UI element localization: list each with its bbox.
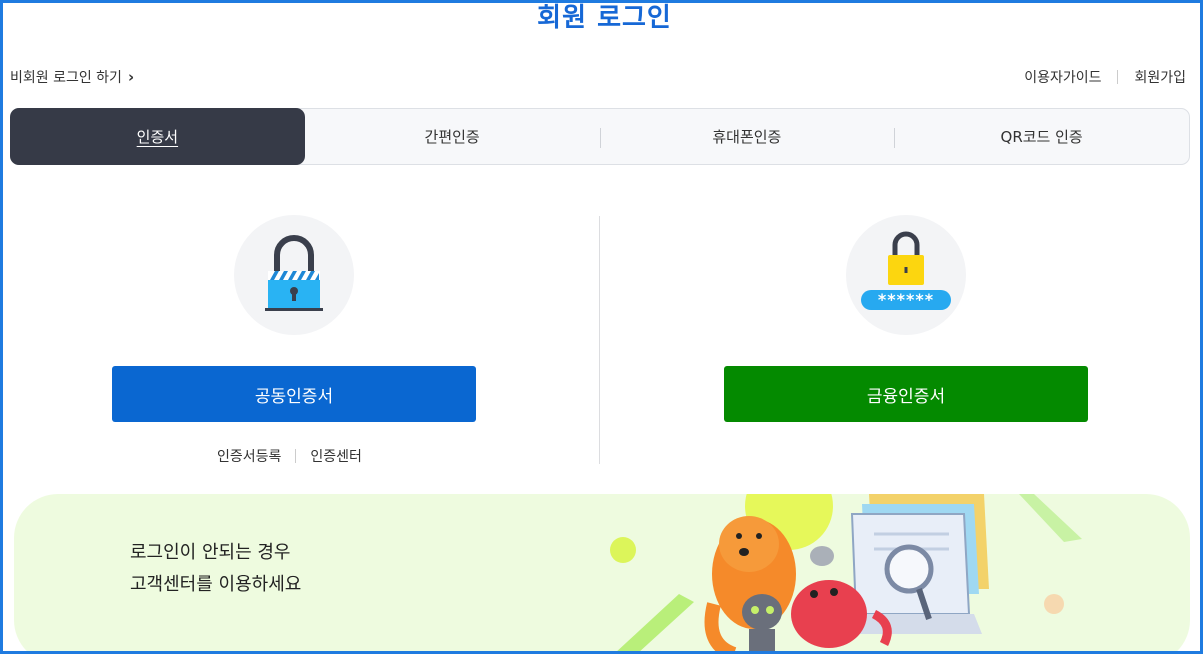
auth-tabs: 인증서 간편인증 휴대폰인증 QR코드 인증	[10, 108, 1190, 165]
tab-phone-auth[interactable]: 휴대폰인증	[599, 109, 895, 164]
guest-login-label: 비회원 로그인 하기	[10, 70, 122, 86]
joint-cert-button[interactable]: 공동인증서	[112, 366, 476, 422]
top-nav: 비회원 로그인 하기 › 이용자가이드 회원가입	[10, 65, 1186, 89]
joint-cert-label: 공동인증서	[254, 386, 334, 407]
tab-label: 인증서	[136, 128, 179, 146]
padlock-icon	[234, 215, 354, 335]
tab-label: 휴대폰인증	[712, 128, 782, 146]
cert-sublinks: 인증서등록 인증센터	[217, 446, 362, 466]
cert-center-link[interactable]: 인증센터	[310, 446, 362, 466]
tab-certificate[interactable]: 인증서	[10, 108, 305, 165]
divider	[894, 128, 896, 148]
divider	[1117, 70, 1119, 84]
tab-label: 간편인증	[424, 128, 480, 146]
utility-links: 이용자가이드 회원가입	[1024, 67, 1186, 87]
chevron-right-icon: ›	[127, 68, 135, 86]
guest-login-link[interactable]: 비회원 로그인 하기 ›	[10, 67, 134, 87]
guide-link[interactable]: 이용자가이드	[1024, 67, 1101, 87]
padlock-password-icon: ******	[846, 215, 966, 335]
page-frame: 회원 로그인 비회원 로그인 하기 › 이용자가이드 회원가입 인증서 간편인증…	[0, 0, 1203, 654]
help-banner: 로그인이 안되는 경우 고객센터를 이용하세요	[14, 494, 1190, 651]
mascot-illustration	[610, 494, 1082, 651]
divider	[295, 449, 297, 463]
tab-qr-auth[interactable]: QR코드 인증	[894, 109, 1189, 164]
financial-cert-label: 금융인증서	[866, 386, 946, 407]
password-mask: ******	[878, 290, 934, 309]
signup-link[interactable]: 회원가입	[1134, 67, 1186, 87]
tab-simple-auth[interactable]: 간편인증	[305, 109, 600, 164]
financial-cert-button[interactable]: 금융인증서	[724, 366, 1088, 422]
tab-label: QR코드 인증	[1000, 128, 1083, 146]
divider	[599, 128, 601, 148]
page-title: 회원 로그인	[537, 3, 672, 33]
vertical-divider	[599, 216, 600, 464]
cert-register-link[interactable]: 인증서등록	[217, 446, 281, 466]
